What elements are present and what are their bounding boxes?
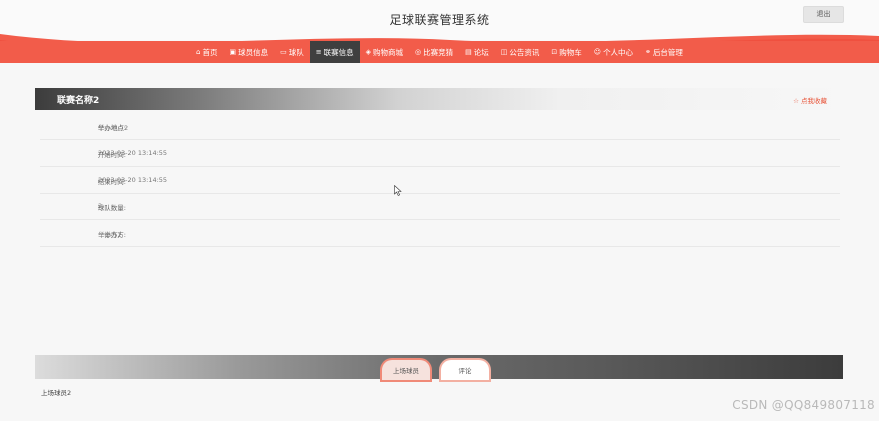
tag-icon: ◈: [365, 48, 372, 56]
nav-item-0[interactable]: ⌂ 首页: [190, 41, 223, 63]
nav-item-7[interactable]: ◫ 公告资讯: [495, 41, 546, 63]
link-icon: ⚭: [645, 48, 651, 56]
info-row: 开始时间: 2023-03-20 13:14:55: [40, 140, 840, 167]
nav-item-label: 后台管理: [652, 47, 683, 57]
nav-item-label: 联赛信息: [323, 47, 354, 57]
tab-comments[interactable]: 评论: [441, 360, 489, 380]
nav-item-label: 公告资讯: [509, 47, 540, 57]
nav-item-label: 首页: [202, 47, 218, 57]
main-navbar: ⌂ 首页 ▣ 球员信息 ▭ 球队 ≡ 联赛信息 ◈ 购物商城 ◎ 比赛竞猜 ▤ 论坛 ◫ 公告资讯 ⊡ 购物车 ☺ 个…: [0, 41, 879, 63]
info-value: 2023-03-20 13:14:55: [98, 149, 168, 157]
nav-item-label: 个人中心: [603, 47, 634, 57]
tab-players[interactable]: 上场球员: [382, 360, 430, 380]
nav-item-4[interactable]: ◈ 购物商城: [360, 41, 409, 63]
info-row: 球队数量: 2: [40, 193, 840, 220]
nav-item-label: 论坛: [473, 47, 489, 57]
nav-item-3[interactable]: ≡ 联赛信息: [309, 41, 360, 63]
nav-item-label: 购物车: [559, 47, 582, 57]
players-content: 上场球员2: [41, 389, 72, 397]
chat-icon: ◎: [415, 48, 422, 56]
tab-bar-background: [35, 355, 843, 379]
info-value: 举办方2: [98, 231, 122, 239]
info-value: 2: [98, 202, 103, 210]
cart-icon: ⊡: [551, 48, 558, 56]
info-value: 举办地点2: [98, 124, 129, 132]
favorite-button[interactable]: ☆ 点我收藏: [793, 95, 827, 105]
nav-item-1[interactable]: ▣ 球员信息: [224, 41, 275, 63]
info-row: 举办地点: 举办地点2: [40, 113, 840, 140]
nav-item-8[interactable]: ⊡ 购物车: [545, 41, 587, 63]
user-icon: ☺: [593, 48, 602, 56]
forum-icon: ▤: [465, 48, 472, 56]
nav-item-2[interactable]: ▭ 球队: [274, 41, 310, 63]
nav-item-6[interactable]: ▤ 论坛: [459, 41, 495, 63]
site-title: 足球联赛管理系统: [389, 13, 490, 27]
csdn-watermark: CSDN @QQ849807118: [732, 398, 875, 412]
mouse-cursor-icon: [394, 185, 402, 196]
news-icon: ◫: [500, 48, 508, 56]
nav-item-10[interactable]: ⚭ 后台管理: [639, 41, 689, 63]
nav-item-label: 比赛竞猜: [423, 47, 454, 57]
info-row: 结束时间: 2023-03-20 13:14:55: [40, 167, 840, 194]
nav-item-label: 球队: [288, 47, 304, 57]
detail-header: 联赛名称2 ☆ 点我收藏: [35, 88, 843, 110]
list-icon: ≡: [315, 48, 322, 56]
nav-item-label: 球员信息: [238, 47, 269, 57]
info-row: 举办方: 举办方2: [40, 220, 840, 247]
league-name-title: 联赛名称2: [57, 96, 100, 106]
home-icon: ⌂: [196, 48, 201, 56]
id-card-icon: ▣: [229, 48, 237, 56]
nav-item-label: 购物商城: [373, 47, 404, 57]
logout-button[interactable]: 退出: [803, 6, 844, 23]
team-icon: ▭: [280, 48, 287, 56]
info-value: 2023-03-20 13:14:55: [98, 176, 168, 184]
nav-item-5[interactable]: ◎ 比赛竞猜: [409, 41, 459, 63]
nav-item-9[interactable]: ☺ 个人中心: [588, 41, 639, 63]
